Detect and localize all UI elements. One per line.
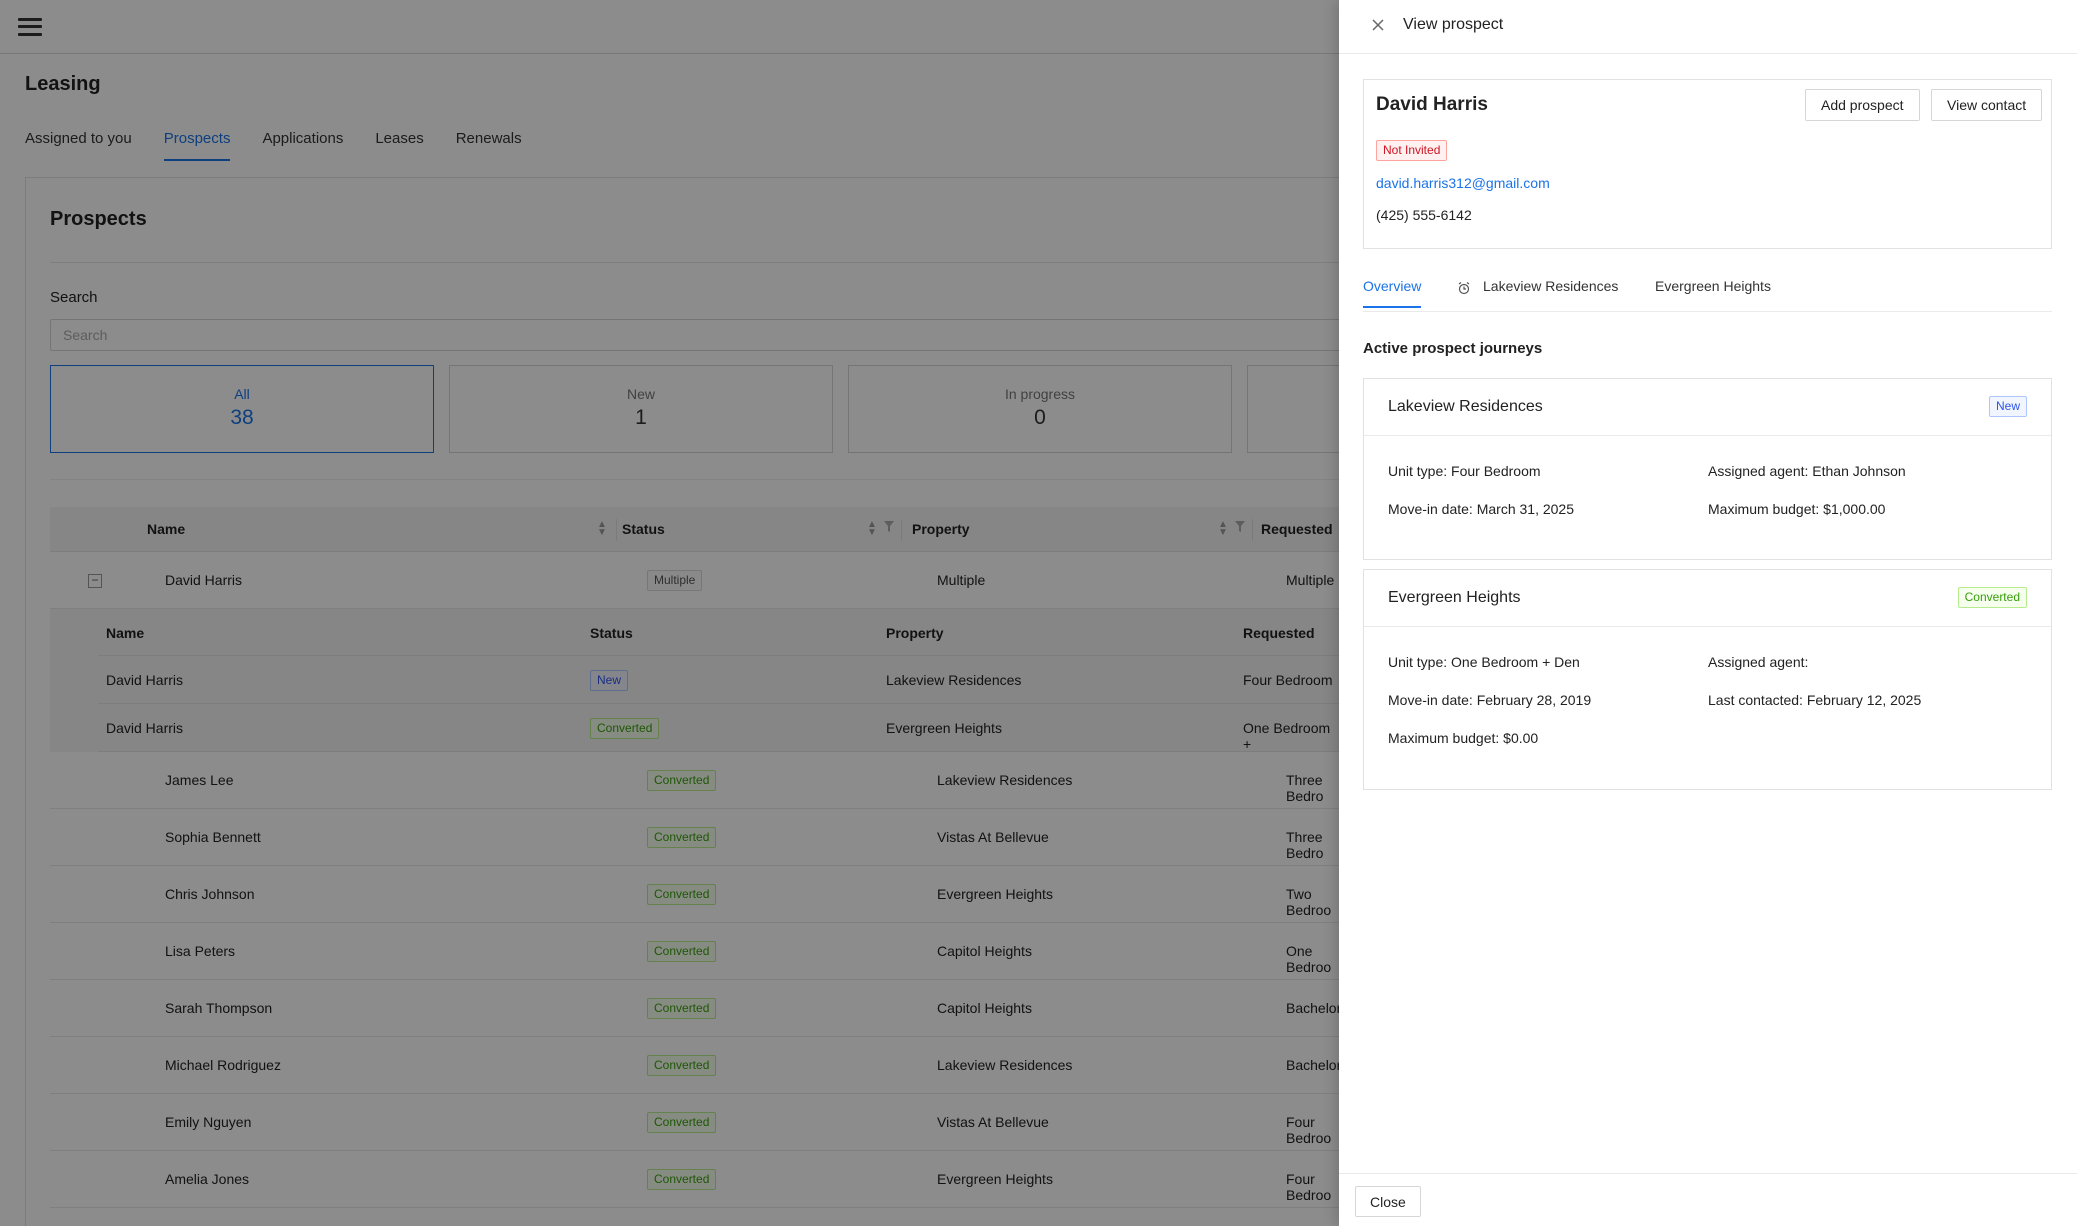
close-button[interactable]: Close: [1355, 1186, 1421, 1217]
journey-property-name: Lakeview Residences: [1388, 398, 1543, 415]
unit-type-label: Unit type:: [1388, 463, 1448, 479]
drawer-footer: Close: [1339, 1173, 2077, 1226]
prospect-name: David Harris: [1376, 94, 1488, 115]
assigned-agent-value: Ethan Johnson: [1812, 463, 1906, 479]
maximum-budget-value: $1,000.00: [1823, 501, 1886, 517]
drawer-title: View prospect: [1403, 16, 1504, 33]
maximum-budget-label: Maximum budget:: [1388, 730, 1500, 746]
assigned-agent-label: Assigned agent:: [1708, 463, 1809, 479]
tab-evergreen-heights[interactable]: Evergreen Heights: [1655, 278, 1771, 306]
modal-overlay[interactable]: [0, 0, 1339, 1226]
unit-type-field: Unit type: Four Bedroom: [1388, 463, 1541, 479]
email-link[interactable]: david.harris312@gmail.com: [1376, 175, 1550, 191]
status-badge: Converted: [1957, 587, 2027, 608]
move-in-date-label: Move-in date:: [1388, 692, 1473, 708]
unit-type-field: Unit type: One Bedroom + Den: [1388, 654, 1580, 670]
move-in-date-label: Move-in date:: [1388, 501, 1473, 517]
section-title: Active prospect journeys: [1363, 340, 1543, 357]
journey-property-name: Evergreen Heights: [1388, 589, 1521, 606]
move-in-date-value: February 28, 2019: [1476, 692, 1592, 708]
tab-overview[interactable]: Overview: [1363, 278, 1422, 308]
assigned-agent-field: Assigned agent:: [1708, 654, 1808, 670]
view-contact-button[interactable]: View contact: [1931, 89, 2043, 121]
unit-type-label: Unit type:: [1388, 654, 1448, 670]
unit-type-value: One Bedroom + Den: [1451, 654, 1580, 670]
journey-card-evergreen: Evergreen Heights Converted Unit type: O…: [1363, 569, 2052, 790]
close-icon[interactable]: [1369, 16, 1387, 34]
add-prospect-button[interactable]: Add prospect: [1805, 89, 1920, 121]
prospect-tabs: Overview Lakeview Residences Evergreen H…: [1363, 278, 2052, 312]
last-contacted-label: Last contacted:: [1708, 692, 1803, 708]
prospect-profile-card: David Harris Add prospect View contact N…: [1363, 79, 2052, 249]
view-prospect-drawer: View prospect David Harris Add prospect …: [1339, 0, 2077, 1226]
maximum-budget-field: Maximum budget: $1,000.00: [1708, 501, 1885, 517]
assigned-agent-field: Assigned agent: Ethan Johnson: [1708, 463, 1906, 479]
maximum-budget-field: Maximum budget: $0.00: [1388, 730, 1538, 746]
last-contacted-value: February 12, 2025: [1806, 692, 1922, 708]
move-in-date-field: Move-in date: March 31, 2025: [1388, 501, 1574, 517]
last-contacted-field: Last contacted: February 12, 2025: [1708, 692, 1921, 708]
status-badge: Not Invited: [1376, 140, 1448, 161]
unit-type-value: Four Bedroom: [1451, 463, 1541, 479]
journey-header: Evergreen Heights Converted: [1364, 570, 2051, 627]
drawer-header: View prospect: [1339, 0, 2077, 54]
journey-card-lakeview: Lakeview Residences New Unit type: Four …: [1363, 378, 2052, 560]
maximum-budget-value: $0.00: [1503, 730, 1539, 746]
journey-header: Lakeview Residences New: [1364, 379, 2051, 436]
move-in-date-field: Move-in date: February 28, 2019: [1388, 692, 1591, 708]
alarm-icon: [1458, 282, 1470, 295]
assigned-agent-label: Assigned agent:: [1708, 654, 1809, 670]
status-badge: New: [1988, 396, 2027, 417]
tab-lakeview-residences[interactable]: Lakeview Residences: [1483, 278, 1618, 306]
phone-number: (425) 555-6142: [1376, 207, 1472, 223]
move-in-date-value: March 31, 2025: [1476, 501, 1575, 517]
maximum-budget-label: Maximum budget:: [1708, 501, 1820, 517]
